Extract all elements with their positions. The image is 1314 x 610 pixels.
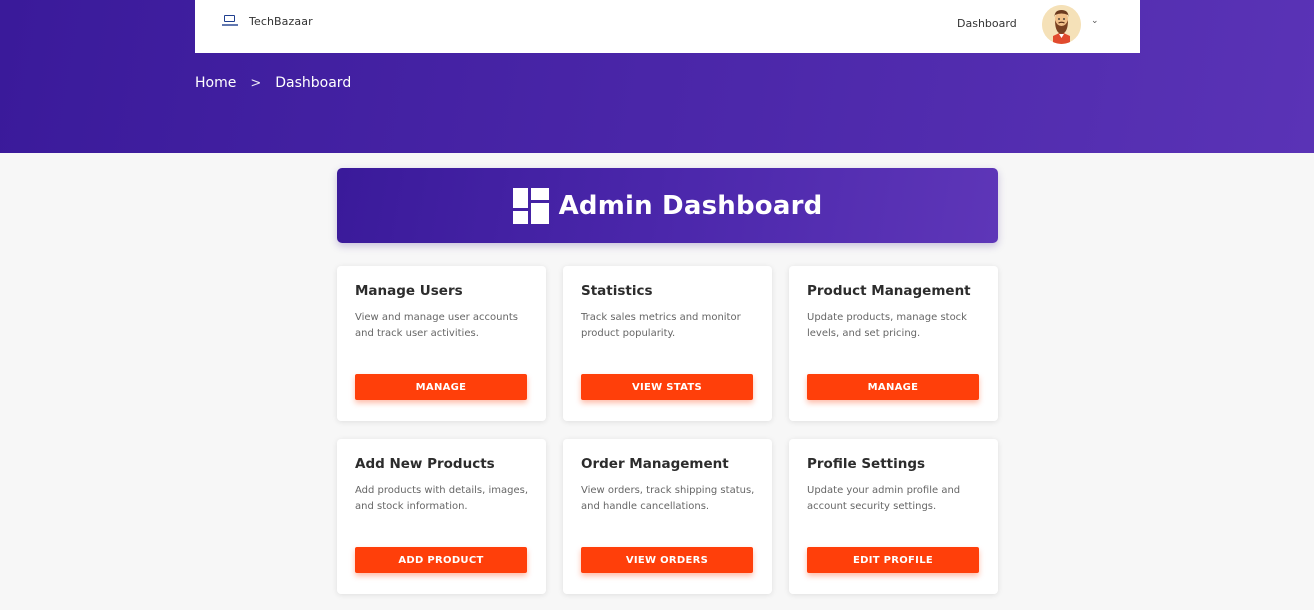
card-statistics: Statistics Track sales metrics and monit… [563, 266, 772, 421]
edit-profile-button[interactable]: EDIT PROFILE [807, 547, 979, 573]
brand[interactable]: TechBazaar [222, 14, 313, 28]
top-navbar: TechBazaar Dashboard ⌄ [195, 0, 1140, 53]
card-title: Add New Products [355, 456, 495, 472]
dashboard-grid-icon [512, 187, 549, 224]
bearded-man-avatar-icon [1042, 5, 1081, 44]
card-title: Product Management [807, 283, 971, 299]
breadcrumb: Home > Dashboard [195, 75, 351, 91]
breadcrumb-home[interactable]: Home [195, 75, 236, 91]
breadcrumb-separator-icon: > [250, 75, 262, 91]
card-add-new-products: Add New Products Add products with detai… [337, 439, 546, 594]
card-product-management: Product Management Update products, mana… [789, 266, 998, 421]
card-description: Update your admin profile and account se… [807, 485, 961, 512]
add-product-button[interactable]: ADD PRODUCT [355, 547, 527, 573]
view-orders-button[interactable]: VIEW ORDERS [581, 547, 753, 573]
manage-products-button[interactable]: MANAGE [807, 374, 979, 400]
card-title: Order Management [581, 456, 729, 472]
breadcrumb-current: Dashboard [275, 75, 352, 91]
chevron-down-icon[interactable]: ⌄ [1091, 16, 1099, 26]
card-description: View and manage user accounts and track … [355, 312, 518, 339]
brand-name: TechBazaar [249, 14, 313, 28]
card-profile-settings: Profile Settings Update your admin profi… [789, 439, 998, 594]
user-avatar[interactable] [1042, 5, 1081, 44]
card-title: Manage Users [355, 283, 463, 299]
card-description: Add products with details, images, and s… [355, 485, 528, 512]
card-title: Profile Settings [807, 456, 926, 472]
view-stats-button[interactable]: VIEW STATS [581, 374, 753, 400]
card-order-management: Order Management View orders, track ship… [563, 439, 772, 594]
card-description: Track sales metrics and monitor product … [581, 312, 741, 339]
techbazaar-logo-icon [222, 14, 238, 28]
nav-dashboard-link[interactable]: Dashboard [957, 17, 1017, 30]
card-manage-users: Manage Users View and manage user accoun… [337, 266, 546, 421]
card-title: Statistics [581, 283, 653, 299]
card-description: Update products, manage stock levels, an… [807, 312, 967, 339]
card-description: View orders, track shipping status, and … [581, 485, 755, 512]
page-title: Admin Dashboard [558, 190, 823, 221]
admin-dashboard-banner: Admin Dashboard [337, 168, 998, 243]
manage-users-button[interactable]: MANAGE [355, 374, 527, 400]
